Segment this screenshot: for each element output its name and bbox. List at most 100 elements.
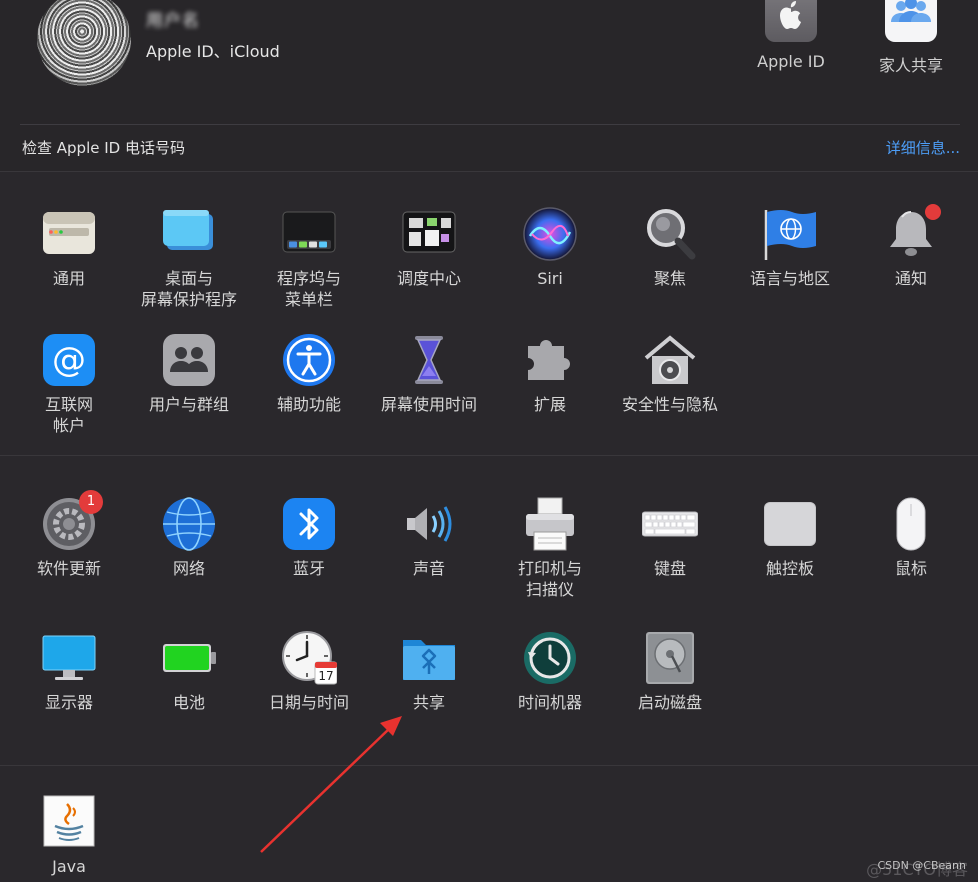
time-machine-label: 时间机器 xyxy=(517,693,582,712)
apple-id-pref[interactable]: Apple ID xyxy=(731,0,851,71)
sharing-label: 共享 xyxy=(412,693,445,712)
language-region-label: 语言与地区 xyxy=(749,269,830,288)
date-time-label: 日期与时间 xyxy=(268,693,349,712)
displays-pref[interactable]: 显示器 xyxy=(9,630,129,713)
folder-sharing-icon xyxy=(401,630,457,686)
startup-disk-pref[interactable]: 启动磁盘 xyxy=(610,630,730,713)
globe-flag-icon xyxy=(762,206,818,262)
network-globe-icon xyxy=(161,496,217,552)
hourglass-icon xyxy=(401,332,457,388)
family-label: 家人共享 xyxy=(878,56,943,75)
accessibility-label: 辅助功能 xyxy=(276,395,341,414)
sharing-pref[interactable]: 共享 xyxy=(369,630,489,713)
user-subtitle: Apple ID、iCloud xyxy=(146,42,280,61)
extensions-label: 扩展 xyxy=(533,395,566,414)
desktop-screensaver-pref[interactable]: 桌面与 屏幕保护程序 xyxy=(129,206,249,310)
trackpad-label: 触控板 xyxy=(765,559,814,578)
keyboard-label: 键盘 xyxy=(653,559,686,578)
dock-icon xyxy=(281,206,337,262)
apple-id-label: Apple ID xyxy=(757,52,825,71)
desktop-icon xyxy=(161,206,217,262)
bluetooth-pref[interactable]: 蓝牙 xyxy=(249,496,369,579)
hardware-prefs-section: 1 软件更新 网络 蓝牙 声音 打印机与 扫描仪 键盘 触控板 鼠标 显示器 电… xyxy=(0,456,978,765)
mouse-label: 鼠标 xyxy=(894,559,927,578)
house-lock-icon xyxy=(642,332,698,388)
sound-label: 声音 xyxy=(412,559,445,578)
java-cup-icon xyxy=(41,794,97,850)
other-prefs-section: Java xyxy=(0,766,978,882)
clock-calendar-icon: 17 xyxy=(281,630,338,686)
dock-label-line2: 菜单栏 xyxy=(284,290,333,309)
java-pref[interactable]: Java xyxy=(9,794,129,877)
internet-accounts-pref[interactable]: @ 互联网 帐户 xyxy=(9,332,129,436)
security-privacy-label: 安全性与隐私 xyxy=(621,395,718,414)
displays-label: 显示器 xyxy=(44,693,93,712)
sound-pref[interactable]: 声音 xyxy=(369,496,489,579)
personal-prefs-section: 通用 桌面与 屏幕保护程序 程序坞与 菜单栏 调度中心 Siri 聚焦 语言与地… xyxy=(0,172,978,455)
software-update-pref[interactable]: 1 软件更新 xyxy=(9,490,129,579)
battery-label: 电池 xyxy=(172,693,205,712)
time-machine-pref[interactable]: 时间机器 xyxy=(490,630,610,713)
accessibility-icon xyxy=(281,332,337,388)
at-sign-icon: @ xyxy=(41,332,97,388)
internet-label-line1: 互联网 xyxy=(44,395,93,414)
users-icon xyxy=(161,332,217,388)
general-label: 通用 xyxy=(52,269,85,288)
siri-label: Siri xyxy=(537,269,563,288)
general-pref[interactable]: 通用 xyxy=(9,206,129,289)
bluetooth-label: 蓝牙 xyxy=(292,559,325,578)
internet-label-line2: 帐户 xyxy=(52,416,85,435)
spotlight-label: 聚焦 xyxy=(653,269,686,288)
desktop-label-line2: 屏幕保护程序 xyxy=(140,290,237,309)
spotlight-pref[interactable]: 聚焦 xyxy=(610,206,730,289)
printers-label-line1: 打印机与 xyxy=(517,559,582,578)
screen-time-pref[interactable]: 屏幕使用时间 xyxy=(369,332,489,415)
notifications-pref[interactable]: 通知 xyxy=(851,204,971,289)
trackpad-icon xyxy=(762,496,818,552)
header-divider xyxy=(20,124,960,125)
language-region-pref[interactable]: 语言与地区 xyxy=(730,206,850,289)
accessibility-pref[interactable]: 辅助功能 xyxy=(249,332,369,415)
siri-icon xyxy=(522,206,578,262)
date-time-pref[interactable]: 17 日期与时间 xyxy=(249,630,369,713)
account-header: 用户名 Apple ID、iCloud Apple ID 家人共享 检查 App… xyxy=(0,0,978,172)
software-update-badge: 1 xyxy=(79,490,103,514)
notifications-label: 通知 xyxy=(894,269,927,288)
printers-scanners-pref[interactable]: 打印机与 扫描仪 xyxy=(490,496,610,600)
family-sharing-pref[interactable]: 家人共享 xyxy=(851,0,971,76)
keyboard-icon xyxy=(641,496,699,552)
keyboard-pref[interactable]: 键盘 xyxy=(610,496,730,579)
printers-label-line2: 扫描仪 xyxy=(525,580,574,599)
network-pref[interactable]: 网络 xyxy=(129,496,249,579)
time-machine-icon xyxy=(522,630,578,686)
startup-disk-label: 启动磁盘 xyxy=(637,693,702,712)
dock-label-line1: 程序坞与 xyxy=(276,269,341,288)
mission-control-pref[interactable]: 调度中心 xyxy=(369,206,489,289)
software-update-label: 软件更新 xyxy=(36,559,101,578)
apple-logo-icon xyxy=(765,0,817,42)
users-groups-label: 用户与群组 xyxy=(148,395,229,414)
display-icon xyxy=(41,630,97,686)
hard-drive-icon xyxy=(642,630,698,686)
java-label: Java xyxy=(52,857,86,876)
trackpad-pref[interactable]: 触控板 xyxy=(730,496,850,579)
general-icon xyxy=(41,206,97,262)
bluetooth-icon xyxy=(281,496,337,552)
siri-pref[interactable]: Siri xyxy=(490,206,610,289)
user-avatar[interactable] xyxy=(37,0,131,86)
dock-menubar-pref[interactable]: 程序坞与 菜单栏 xyxy=(249,206,369,310)
mouse-pref[interactable]: 鼠标 xyxy=(851,496,971,579)
family-icon xyxy=(885,0,937,42)
bell-icon xyxy=(883,204,941,262)
notification-dot-badge xyxy=(925,204,941,220)
mouse-icon xyxy=(883,496,939,552)
speaker-icon xyxy=(401,496,457,552)
details-link[interactable]: 详细信息... xyxy=(886,137,960,158)
spotlight-icon xyxy=(642,206,698,262)
system-preferences-window: 用户名 Apple ID、iCloud Apple ID 家人共享 检查 App… xyxy=(0,0,978,882)
battery-pref[interactable]: 电池 xyxy=(129,630,249,713)
screen-time-label: 屏幕使用时间 xyxy=(380,395,477,414)
users-groups-pref[interactable]: 用户与群组 xyxy=(129,332,249,415)
security-privacy-pref[interactable]: 安全性与隐私 xyxy=(610,332,730,415)
extensions-pref[interactable]: 扩展 xyxy=(490,332,610,415)
